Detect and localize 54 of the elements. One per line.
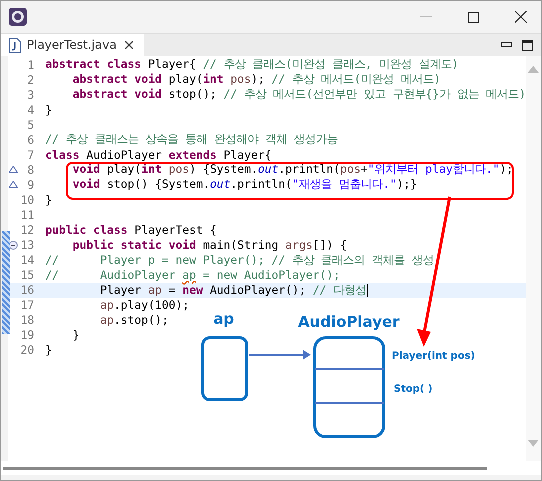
code-line: ap.play(100); bbox=[99, 298, 190, 312]
line-number: 7 bbox=[26, 148, 34, 162]
maximize-icon[interactable] bbox=[468, 12, 479, 22]
line-number: 10 bbox=[20, 192, 34, 207]
line-number: 3 bbox=[26, 88, 34, 102]
code-line: void stop() {System.out.println("재생을 멈춥니다.");} bbox=[72, 177, 418, 192]
line-number: 6 bbox=[26, 132, 34, 147]
code-line: } bbox=[45, 192, 52, 207]
code-line: } bbox=[45, 102, 52, 117]
minimize-view-icon[interactable] bbox=[501, 42, 512, 48]
method-label: Player(int pos) bbox=[392, 351, 476, 362]
code-line: abstract void stop(); // 추상 메서드(선언부만 있고 구현부{}가 없는 메서드) bbox=[72, 87, 526, 102]
line-number: 13 bbox=[20, 238, 34, 252]
line-number: 5 bbox=[26, 118, 34, 132]
java-file-icon bbox=[9, 38, 21, 52]
code-line: } bbox=[45, 343, 52, 358]
line-number: 4 bbox=[26, 102, 34, 117]
code-line: // AudioPlayer ap = new AudioPlayer(); bbox=[45, 268, 340, 282]
line-number: 11 bbox=[20, 208, 34, 222]
code-line: Player ap = new AudioPlayer(); // 다형성 bbox=[99, 282, 367, 298]
text-cursor bbox=[366, 284, 368, 297]
line-number: 17 bbox=[20, 298, 34, 312]
horizontal-scrollbar[interactable] bbox=[3, 466, 487, 470]
code-line: // Player p = new Player(); // 추상 클래스의 객체를 생성 bbox=[45, 252, 434, 268]
object-label: AudioPlayer bbox=[298, 313, 400, 331]
code-line: void play(int pos) {System.out.println(pos+"위치부터 play합니다."); bbox=[72, 162, 514, 178]
code-line: // 추상 클래스는 상속을 통해 완성해야 객체 생성가능 bbox=[45, 132, 338, 148]
line-number: 2 bbox=[26, 72, 34, 87]
close-icon[interactable] bbox=[515, 11, 527, 23]
line-number: 1 bbox=[26, 58, 34, 72]
reference-arrow bbox=[249, 350, 311, 360]
tab-close-button[interactable]: × bbox=[122, 36, 136, 54]
line-number: 8 bbox=[26, 162, 34, 177]
line-number: 19 bbox=[20, 328, 34, 342]
maximize-view-icon[interactable] bbox=[522, 40, 533, 50]
line-number: 14 bbox=[20, 253, 34, 268]
code-line: } bbox=[72, 328, 80, 342]
reference-box bbox=[202, 336, 248, 402]
line-number: 12 bbox=[20, 223, 34, 238]
line-number: 20 bbox=[20, 343, 34, 358]
method-label: Stop( ) bbox=[394, 384, 433, 395]
tab-title: PlayerTest.java bbox=[27, 38, 117, 52]
line-number: 15 bbox=[20, 268, 34, 282]
line-number: 16 bbox=[20, 283, 34, 298]
line-number: 9 bbox=[26, 178, 34, 192]
code-line: ap.stop(); bbox=[99, 313, 169, 328]
code-line: class AudioPlayer extends Player{ bbox=[45, 148, 272, 162]
editor-tab[interactable]: PlayerTest.java × bbox=[1, 34, 144, 56]
code-line: abstract class Player{ // 추상 클래스(미완성 클래스, 미완성 설계도) bbox=[45, 57, 459, 72]
code-line: public class PlayerTest { bbox=[45, 223, 217, 238]
variable-label: ap bbox=[214, 313, 234, 328]
code-line: abstract void play(int pos); // 추상 메서드(미완성 메서드) bbox=[72, 72, 441, 88]
code-line: public static void main(String args[]) { bbox=[72, 238, 348, 252]
line-number: 18 bbox=[20, 313, 34, 328]
